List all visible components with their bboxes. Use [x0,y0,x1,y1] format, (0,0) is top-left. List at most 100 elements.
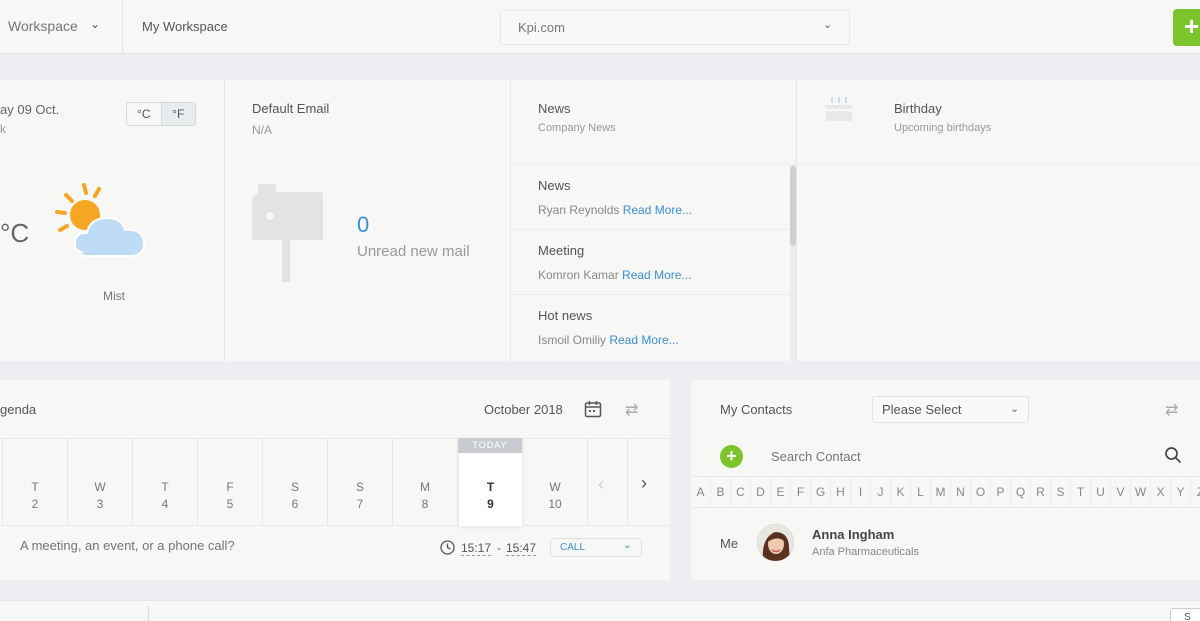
day-cell[interactable]: M8 [392,438,457,526]
alphabet-letter[interactable]: Y [1171,477,1191,507]
divider [122,0,123,54]
unread-count[interactable]: 0 [357,212,369,238]
day-cell[interactable]: T4 [132,438,197,526]
search-contact-input[interactable] [771,449,1151,464]
alphabet-letter[interactable]: C [731,477,751,507]
day-name: F [226,480,234,494]
day-number: 3 [96,497,104,511]
weather-condition: Mist [103,289,125,303]
search-icon[interactable] [1164,446,1182,464]
alphabet-letter[interactable]: N [951,477,971,507]
unit-fahrenheit-button[interactable]: °F [160,103,195,125]
add-button[interactable]: + [1173,9,1200,46]
temperature: °C [0,218,30,248]
alphabet-letter[interactable]: Q [1011,477,1031,507]
day-number: 10 [548,497,562,511]
read-more-link[interactable]: Read More... [609,333,678,347]
alphabet-letter[interactable]: W [1131,477,1151,507]
alphabet-letter[interactable]: R [1031,477,1051,507]
alphabet-letter[interactable]: F [791,477,811,507]
alphabet-letter[interactable]: G [811,477,831,507]
contacts-filter-value[interactable]: Please Select [882,402,962,417]
list-item: News Ryan Reynolds Read More... [511,164,791,229]
time-start[interactable]: 15:17 [461,541,492,556]
agenda-month: October 2018 [484,402,563,417]
list-item: Hot news Ismoil Omiliy Read More... [511,294,791,359]
news-scrollbar-thumb[interactable] [790,166,796,246]
alphabet-letter[interactable]: I [851,477,871,507]
alphabet-letter[interactable]: M [931,477,951,507]
me-label: Me [720,536,739,551]
alphabet-letter[interactable]: T [1071,477,1091,507]
news-item-author: Komron Kamar [538,268,619,282]
divider [797,164,1200,165]
time-separator: - [497,541,501,555]
refresh-icon[interactable]: ⇄ [625,400,638,420]
alphabet-filter: ABCDEFGHIJKLMNOPQRSTUVWXYZ [691,476,1200,508]
contact-name[interactable]: Anna Ingham [812,527,894,542]
alphabet-letter[interactable]: H [831,477,851,507]
divider [148,606,149,621]
mailbox-icon [252,184,323,282]
read-more-link[interactable]: Read More... [622,268,691,282]
day-number: 6 [291,497,299,511]
email-value: N/A [252,123,273,137]
day-cell[interactable]: W 10 [522,438,587,526]
birthday-widget-title: Birthday [894,101,942,116]
chevron-down-icon[interactable]: ⌄ [1010,402,1019,415]
bottom-strip [0,600,1200,621]
unit-celsius-button[interactable]: °C [127,103,161,125]
alphabet-letter[interactable]: J [871,477,891,507]
day-cell[interactable]: S7 [327,438,392,526]
alphabet-letter[interactable]: U [1091,477,1111,507]
news-item-title: News [538,178,571,193]
unread-label: Unread new mail [357,243,470,260]
weather-location: k [0,122,6,136]
alphabet-letter[interactable]: A [691,477,711,507]
day-name: W [94,480,106,494]
avatar[interactable] [757,524,794,561]
alphabet-letter[interactable]: Z [1191,477,1200,507]
alphabet-letter[interactable]: O [971,477,991,507]
news-item-title: Meeting [538,243,585,258]
alphabet-letter[interactable]: V [1111,477,1131,507]
day-number: 2 [31,497,39,511]
workspace-title: My Workspace [142,19,228,34]
alphabet-letter[interactable]: S [1051,477,1071,507]
event-type-value[interactable]: CALL [560,542,585,553]
day-cell[interactable]: T2 [2,438,67,526]
news-list: News Ryan Reynolds Read More... Meeting … [511,164,791,361]
day-cell[interactable]: W3 [67,438,132,526]
chevron-left-icon[interactable]: ‹ [598,474,604,495]
alphabet-letter[interactable]: L [911,477,931,507]
alphabet-letter[interactable]: E [771,477,791,507]
today-badge: TODAY [458,438,522,453]
day-name: T [161,480,169,494]
day-number: 5 [226,497,234,511]
event-input[interactable] [20,538,420,553]
alphabet-letter[interactable]: P [991,477,1011,507]
day-cell[interactable]: S6 [262,438,327,526]
calendar-icon[interactable] [584,400,602,418]
day-cell[interactable]: F5 [197,438,262,526]
chevron-down-icon[interactable]: ⌄ [623,540,631,551]
news-widget-subtitle: Company News [538,122,616,134]
read-more-link[interactable]: Read More... [623,203,692,217]
alphabet-letter[interactable]: K [891,477,911,507]
time-end[interactable]: 15:47 [506,541,537,556]
chevron-right-icon[interactable]: › [641,473,647,494]
day-name: T [486,480,495,494]
alphabet-letter[interactable]: D [751,477,771,507]
domain-select-value[interactable]: Kpi.com [518,20,565,35]
add-contact-button[interactable]: + [720,445,743,468]
bottom-button[interactable]: S [1170,608,1200,621]
alphabet-letter[interactable]: X [1151,477,1171,507]
chevron-down-icon[interactable]: ⌄ [823,18,832,31]
unit-toggle[interactable]: °C °F [126,102,196,126]
news-item-author: Ryan Reynolds [538,203,620,217]
alphabet-letter[interactable]: B [711,477,731,507]
refresh-icon[interactable]: ⇄ [1165,400,1178,420]
news-item-title: Hot news [538,308,593,323]
workspace-select[interactable]: Workspace [8,18,78,34]
chevron-down-icon[interactable]: ⌄ [90,17,100,31]
